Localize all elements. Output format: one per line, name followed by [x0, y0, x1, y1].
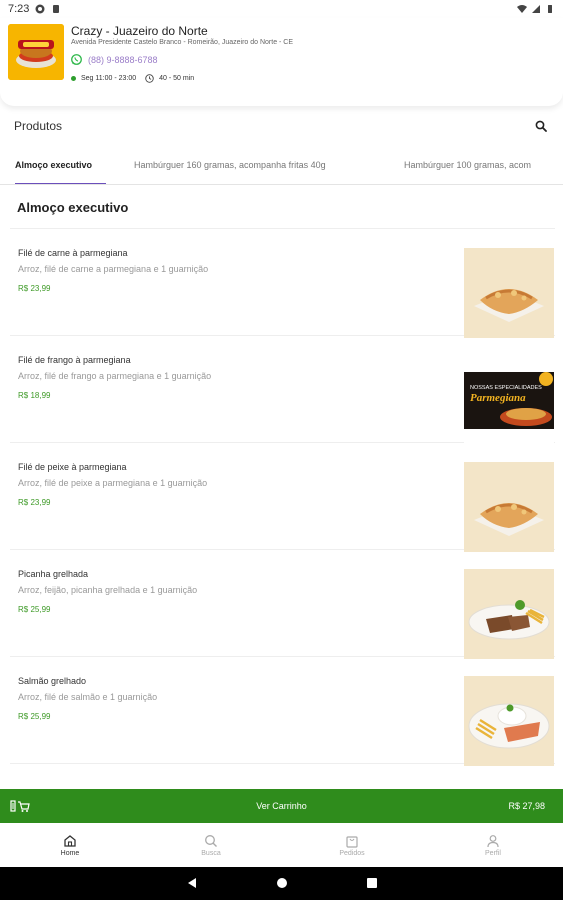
store-name: Crazy - Juazeiro do Norte [71, 24, 208, 38]
open-status-dot [71, 76, 76, 81]
nav-home-label: Home [60, 849, 80, 857]
product-item[interactable]: Filé de peixe à parmegiana Arroz, filé d… [10, 443, 555, 552]
product-name: Picanha grelhada [18, 569, 89, 579]
product-item[interactable]: Filé de frango à parmegiana Arroz, filé … [10, 336, 555, 445]
store-header: Crazy - Juazeiro do Norte Avenida Presid… [0, 18, 563, 106]
product-description: Arroz, filé de salmão e 1 guarnição [18, 692, 158, 702]
product-item[interactable]: Salmão grelhado Arroz, filé de salmão e … [10, 657, 555, 766]
store-address: Avenida Presidente Castelo Branco - Rome… [71, 39, 294, 46]
products-title: Produtos [14, 119, 63, 133]
store-phone-link[interactable]: (88) 9-8888-6788 [71, 54, 158, 65]
status-bar: 7:23 [0, 0, 563, 18]
store-phone-number: (88) 9-8888-6788 [88, 54, 158, 65]
section-title: Almoço executivo [17, 200, 129, 215]
recents-icon[interactable] [366, 877, 378, 889]
product-image [464, 569, 554, 659]
cart-icon [10, 800, 30, 812]
tab-label: Hambúrguer 160 gramas, acompanha fritas … [134, 160, 326, 170]
bottom-navigation: Home Busca Pedidos Perfil [0, 823, 563, 867]
product-name: Filé de carne à parmegiana [18, 248, 128, 258]
banner-title: Parmegiana [470, 392, 526, 404]
nav-orders-label: Pedidos [339, 849, 365, 857]
store-opening-hours: Seg 11:00 - 23:00 [81, 75, 137, 82]
product-name: Filé de peixe à parmegiana [18, 462, 127, 472]
tab-hamburguer-160[interactable]: Hambúrguer 160 gramas, acompanha fritas … [134, 148, 326, 184]
cell-signal-icon [532, 5, 540, 13]
product-image [464, 462, 554, 552]
nav-search-label: Busca [201, 849, 221, 857]
tab-almoco-executivo[interactable]: Almoço executivo [15, 148, 107, 184]
nav-orders[interactable]: Pedidos [317, 823, 387, 867]
nav-search[interactable]: Busca [176, 823, 246, 867]
bag-icon [346, 835, 358, 848]
product-image [464, 248, 554, 338]
tab-label: Almoço executivo [15, 160, 93, 170]
nav-profile[interactable]: Perfil [458, 823, 528, 867]
product-description: Arroz, filé de frango a parmegiana e 1 g… [18, 371, 212, 381]
product-name: Salmão grelhado [18, 676, 87, 686]
whatsapp-icon [71, 54, 82, 65]
banner-subtitle: NOSSAS ESPECIALIDADES [470, 385, 542, 391]
battery-icon [548, 5, 552, 13]
tab-hamburguer-100[interactable]: Hambúrguer 100 gramas, acom [404, 148, 531, 184]
delivery-time: 40 - 50 min [159, 75, 195, 82]
tab-label: Hambúrguer 100 gramas, acom [404, 160, 532, 170]
product-price: R$ 23,99 [18, 284, 51, 293]
search-icon[interactable] [535, 120, 547, 132]
clock-icon [145, 74, 154, 83]
product-price: R$ 25,99 [18, 712, 51, 721]
nav-home[interactable]: Home [35, 823, 105, 867]
product-item[interactable]: Filé de carne à parmegiana Arroz, filé d… [10, 229, 555, 338]
sim-card-icon [53, 5, 60, 13]
product-description: Arroz, feijão, picanha grelhada e 1 guar… [18, 585, 198, 595]
person-icon [487, 834, 499, 847]
product-price: R$ 23,99 [18, 498, 51, 507]
home-button-icon[interactable] [276, 877, 288, 889]
product-name: Filé de frango à parmegiana [18, 355, 131, 365]
product-item[interactable]: Picanha grelhada Arroz, feijão, picanha … [10, 550, 555, 659]
product-image [464, 676, 554, 766]
system-navigation-bar [0, 867, 563, 900]
view-cart-label: Ver Carrinho [256, 801, 307, 811]
products-header: Produtos [0, 110, 563, 142]
nav-profile-label: Perfil [485, 849, 501, 857]
back-icon[interactable] [186, 877, 198, 889]
cart-total: R$ 27,98 [508, 801, 545, 811]
wifi-icon [517, 5, 527, 13]
product-price: R$ 18,99 [18, 391, 51, 400]
view-cart-button[interactable]: Ver Carrinho R$ 27,98 [0, 789, 563, 823]
category-tabs: Almoço executivo Hambúrguer 160 gramas, … [0, 148, 563, 185]
status-time: 7:23 [8, 3, 30, 15]
product-description: Arroz, filé de peixe a parmegiana e 1 gu… [18, 478, 208, 488]
store-hours: Seg 11:00 - 23:00 40 - 50 min [71, 74, 194, 83]
product-description: Arroz, filé de carne a parmegiana e 1 gu… [18, 264, 209, 274]
notification-icon [35, 4, 45, 14]
product-price: R$ 25,99 [18, 605, 51, 614]
store-logo [8, 24, 64, 80]
home-icon [64, 834, 76, 847]
product-image: NOSSAS ESPECIALIDADES Parmegiana [464, 355, 554, 445]
search-icon [205, 834, 217, 847]
